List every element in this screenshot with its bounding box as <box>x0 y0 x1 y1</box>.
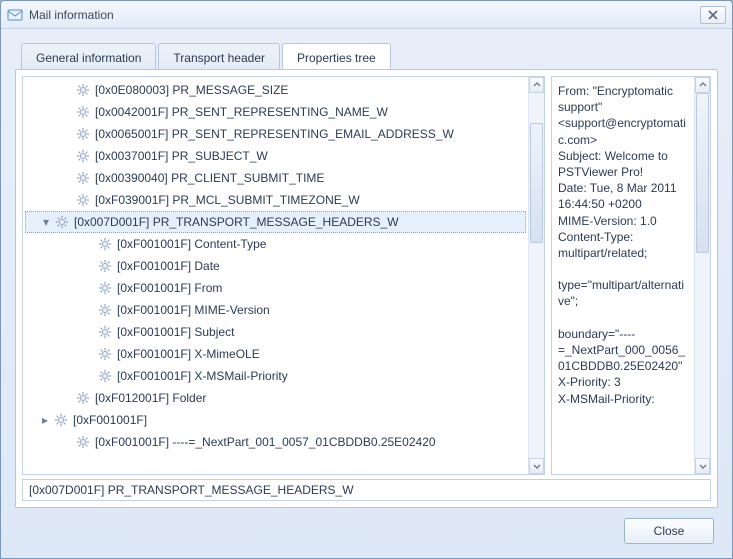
tree-row-label: [0xF001001F] X-MimeOLE <box>117 347 260 361</box>
tab-properties-tree[interactable]: Properties tree <box>282 43 391 69</box>
scroll-track[interactable] <box>695 93 710 458</box>
properties-tree-tab-content: [0x0E080003] PR_MESSAGE_SIZE [0x0042001F]… <box>16 70 717 507</box>
chevron-down-icon <box>699 462 707 470</box>
tree-row[interactable]: [0xF001001F] MIME-Version <box>23 299 528 321</box>
gear-icon <box>97 302 113 318</box>
scroll-thumb[interactable] <box>696 93 709 253</box>
tree-row-label: [0xF039001F] PR_MCL_SUBMIT_TIMEZONE_W <box>95 193 360 207</box>
status-bar: [0x007D001F] PR_TRANSPORT_MESSAGE_HEADER… <box>22 479 711 501</box>
chevron-up-icon <box>533 81 541 89</box>
scroll-thumb[interactable] <box>530 123 543 243</box>
tree-row[interactable]: [0xF001001F] Subject <box>23 321 528 343</box>
gear-icon <box>75 170 91 186</box>
detail-scrollbar[interactable] <box>694 77 710 474</box>
mail-information-dialog: Mail information General informationTran… <box>0 0 733 559</box>
tree-row-label: [0xF001001F] Subject <box>117 325 234 339</box>
tree-row[interactable]: [0xF001001F] ----=_NextPart_001_0057_01C… <box>23 431 528 453</box>
properties-tree[interactable]: [0x0E080003] PR_MESSAGE_SIZE [0x0042001F]… <box>23 77 528 474</box>
app-icon <box>7 7 23 23</box>
tree-row-label: [0xF001001F] Content-Type <box>117 237 266 251</box>
tree-row-label: [0x00390040] PR_CLIENT_SUBMIT_TIME <box>95 171 324 185</box>
tree-scrollbar[interactable] <box>528 77 544 474</box>
scroll-track[interactable] <box>529 93 544 458</box>
tree-row[interactable]: [0xF001001F] From <box>23 277 528 299</box>
window-title: Mail information <box>29 8 700 22</box>
status-text: [0x007D001F] PR_TRANSPORT_MESSAGE_HEADER… <box>29 483 354 497</box>
close-icon <box>708 10 718 20</box>
property-detail-panel: From: "Encryptomatic support" <support@e… <box>551 76 711 475</box>
tree-row[interactable]: [0xF012001F] Folder <box>23 387 528 409</box>
gear-icon <box>97 280 113 296</box>
gear-icon <box>75 82 91 98</box>
tree-row-label: [0x0E080003] PR_MESSAGE_SIZE <box>95 83 288 97</box>
chevron-down-icon <box>533 462 541 470</box>
tree-row-label: [0xF001001F] ----=_NextPart_001_0057_01C… <box>95 435 436 449</box>
scroll-down-button[interactable] <box>529 458 544 474</box>
expander-closed-icon[interactable]: ▸ <box>39 413 51 427</box>
scroll-up-button[interactable] <box>695 77 710 93</box>
close-button[interactable]: Close <box>624 518 714 544</box>
gear-icon <box>97 346 113 362</box>
tree-row-label: [0xF012001F] Folder <box>95 391 206 405</box>
content-frame: [0x0E080003] PR_MESSAGE_SIZE [0x0042001F]… <box>15 69 718 508</box>
tree-row[interactable]: [0x0E080003] PR_MESSAGE_SIZE <box>23 79 528 101</box>
expander-open-icon[interactable]: ▾ <box>40 215 52 229</box>
tab-strip: General informationTransport headerPrope… <box>21 42 718 68</box>
tree-row-label: [0x0065001F] PR_SENT_REPRESENTING_EMAIL_… <box>95 127 454 141</box>
tree-row[interactable]: [0x00390040] PR_CLIENT_SUBMIT_TIME <box>23 167 528 189</box>
tree-row[interactable]: [0xF001001F] X-MSMail-Priority <box>23 365 528 387</box>
tree-row[interactable]: [0x0065001F] PR_SENT_REPRESENTING_EMAIL_… <box>23 123 528 145</box>
tree-row[interactable]: [0xF001001F] Content-Type <box>23 233 528 255</box>
tree-row[interactable]: [0xF001001F] X-MimeOLE <box>23 343 528 365</box>
tree-row-label: [0xF001001F] Date <box>117 259 220 273</box>
window-close-button[interactable] <box>700 6 726 24</box>
tree-row-label: [0xF001001F] <box>73 413 147 427</box>
tree-row[interactable]: [0xF001001F] Date <box>23 255 528 277</box>
gear-icon <box>54 214 70 230</box>
client-area: General informationTransport headerPrope… <box>1 29 732 558</box>
properties-tree-panel: [0x0E080003] PR_MESSAGE_SIZE [0x0042001F]… <box>22 76 545 475</box>
tree-row-label: [0x0037001F] PR_SUBJECT_W <box>95 149 268 163</box>
tree-row[interactable]: ▸ [0xF001001F] <box>23 409 528 431</box>
tree-row-label: [0x0042001F] PR_SENT_REPRESENTING_NAME_W <box>95 105 388 119</box>
gear-icon <box>97 258 113 274</box>
tree-row-label: [0x007D001F] PR_TRANSPORT_MESSAGE_HEADER… <box>74 215 399 229</box>
gear-icon <box>97 324 113 340</box>
property-detail-text-area[interactable]: From: "Encryptomatic support" <support@e… <box>552 77 694 474</box>
dialog-button-row: Close <box>15 508 718 548</box>
chevron-up-icon <box>699 81 707 89</box>
gear-icon <box>53 412 69 428</box>
tree-row[interactable]: [0xF039001F] PR_MCL_SUBMIT_TIMEZONE_W <box>23 189 528 211</box>
tree-row[interactable]: ▾ [0x007D001F] PR_TRANSPORT_MESSAGE_HEADE… <box>25 211 526 233</box>
gear-icon <box>75 104 91 120</box>
scroll-down-button[interactable] <box>695 458 710 474</box>
titlebar: Mail information <box>1 1 732 29</box>
tree-row-label: [0xF001001F] X-MSMail-Priority <box>117 369 288 383</box>
split-pane: [0x0E080003] PR_MESSAGE_SIZE [0x0042001F]… <box>22 76 711 475</box>
tab-general-information[interactable]: General information <box>21 43 156 69</box>
gear-icon <box>75 434 91 450</box>
gear-icon <box>75 390 91 406</box>
gear-icon <box>97 236 113 252</box>
gear-icon <box>75 192 91 208</box>
tab-transport-header[interactable]: Transport header <box>158 43 280 69</box>
scroll-up-button[interactable] <box>529 77 544 93</box>
property-detail-text: From: "Encryptomatic support" <support@e… <box>552 79 694 411</box>
gear-icon <box>75 126 91 142</box>
gear-icon <box>97 368 113 384</box>
tree-row-label: [0xF001001F] From <box>117 281 222 295</box>
tree-row[interactable]: [0x0037001F] PR_SUBJECT_W <box>23 145 528 167</box>
tree-row-label: [0xF001001F] MIME-Version <box>117 303 270 317</box>
gear-icon <box>75 148 91 164</box>
tree-row[interactable]: [0x0042001F] PR_SENT_REPRESENTING_NAME_W <box>23 101 528 123</box>
